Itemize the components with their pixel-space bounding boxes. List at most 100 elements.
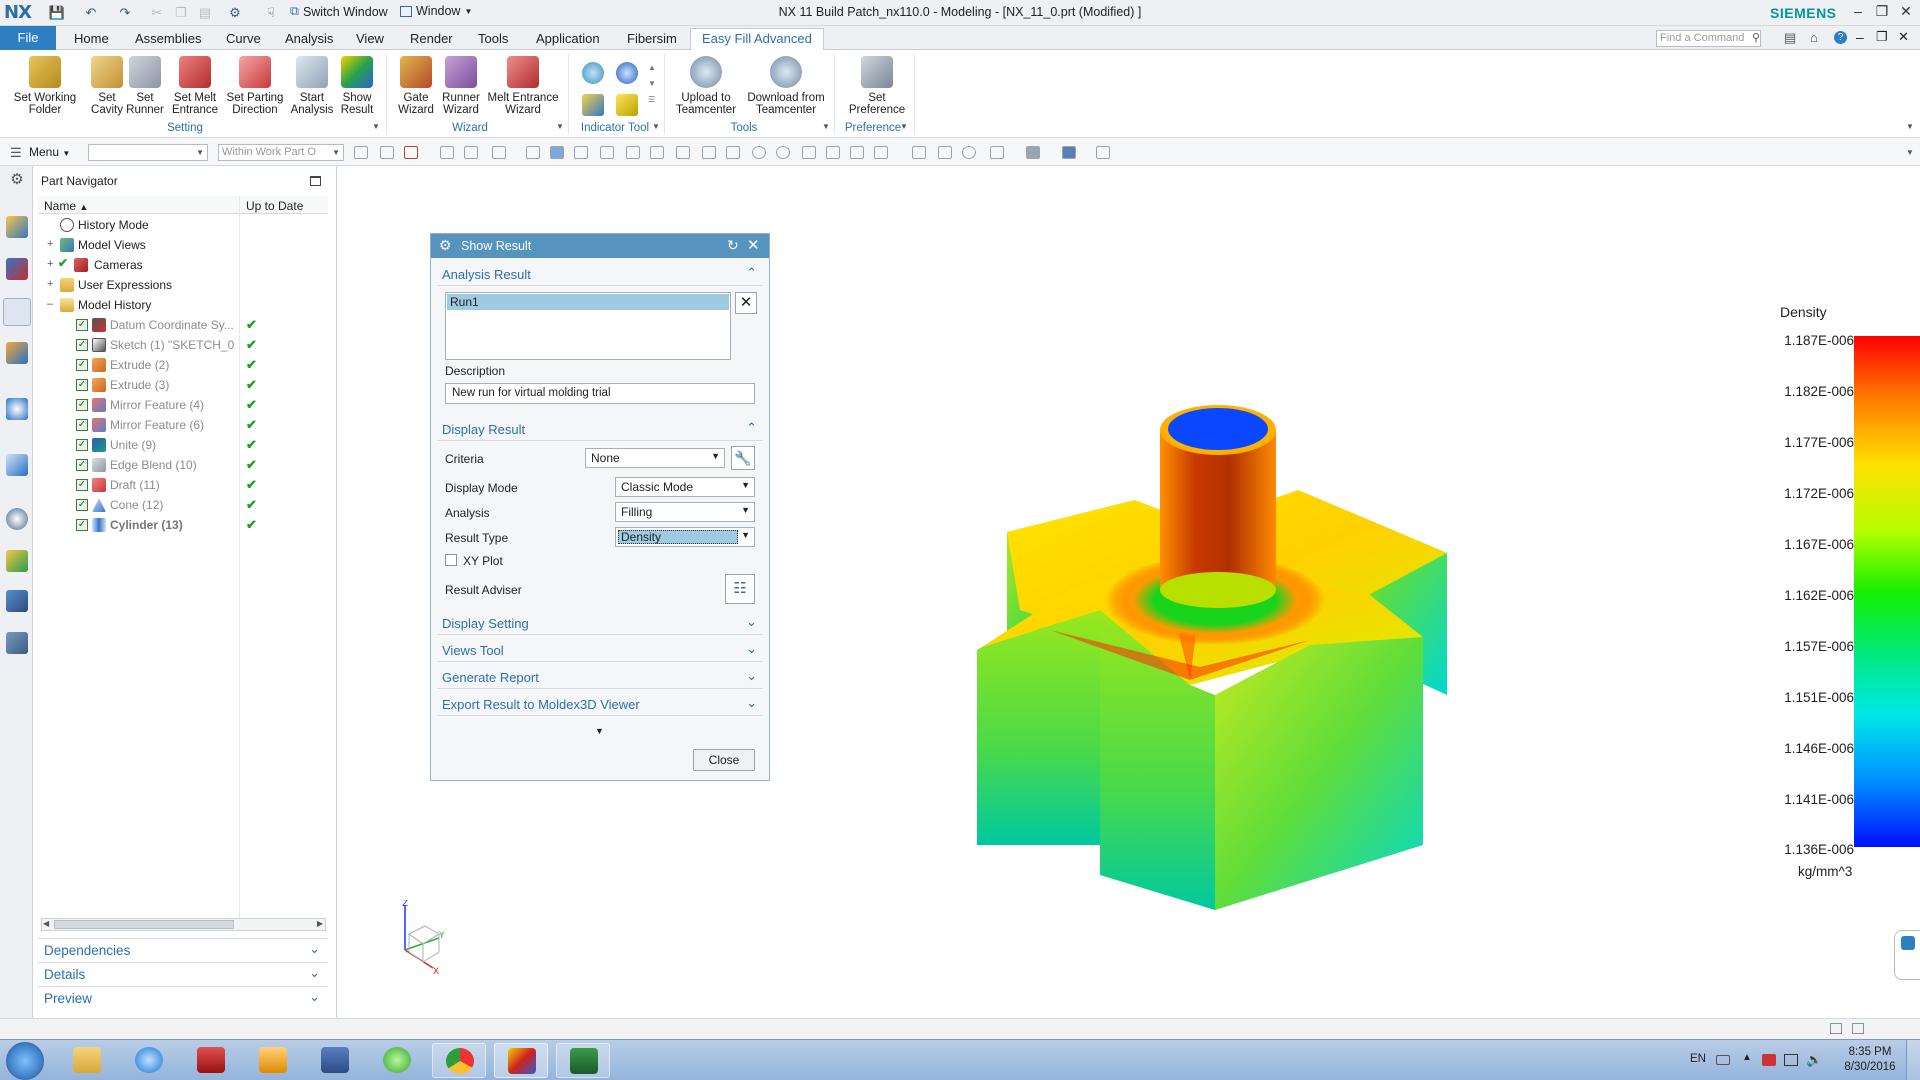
dialog-title-bar[interactable]: ⚙ Show Result ↻ ✕ xyxy=(431,234,769,258)
side-tab-widget[interactable] xyxy=(1894,930,1920,980)
set-working-folder-button[interactable]: Set Working Folder xyxy=(8,56,82,116)
restore-doc-button[interactable]: ❐ xyxy=(1876,29,1888,45)
rectangle-select-icon[interactable] xyxy=(492,146,506,159)
tab-easy-fill-advanced[interactable]: Easy Fill Advanced xyxy=(690,28,824,50)
feature-checkbox[interactable]: ✓ xyxy=(76,379,88,391)
tree-row-user-expressions[interactable]: + User Expressions xyxy=(38,275,328,295)
chevron-down-icon[interactable]: ▼ xyxy=(1906,148,1914,157)
render-style-icon[interactable] xyxy=(1026,146,1040,159)
criteria-settings-button[interactable]: 🔧 xyxy=(731,446,755,470)
tree-row-feature[interactable]: ✓ Extrude (2) ✔ xyxy=(38,355,328,375)
tab-tools[interactable]: Tools xyxy=(478,29,508,49)
gate-wizard-button[interactable]: Gate Wizard xyxy=(394,56,438,116)
volume-icon[interactable]: 🔊 xyxy=(1806,1052,1822,1068)
display-mode-select[interactable]: Classic Mode ▼ xyxy=(615,477,755,497)
snap-icon[interactable] xyxy=(354,146,368,159)
point-icon[interactable] xyxy=(440,146,454,159)
assembly-navigator-icon[interactable] xyxy=(6,216,28,238)
shaded-icon[interactable] xyxy=(1062,146,1076,159)
feature-checkbox[interactable]: ✓ xyxy=(76,419,88,431)
face-icon[interactable] xyxy=(526,146,540,159)
feature-checkbox[interactable]: ✓ xyxy=(76,499,88,511)
cross-icon[interactable] xyxy=(726,146,740,159)
upload-to-teamcenter-button[interactable]: Upload to Teamcenter xyxy=(674,56,738,116)
refresh-icon[interactable] xyxy=(962,146,976,159)
zoom-icon[interactable] xyxy=(938,146,952,159)
plus-icon[interactable] xyxy=(802,146,816,159)
spline-icon[interactable] xyxy=(650,146,664,159)
scroll-right-icon[interactable]: ▶ xyxy=(317,919,323,928)
feature-checkbox[interactable]: ✓ xyxy=(76,459,88,471)
tree-row-model-history[interactable]: – Model History xyxy=(38,295,328,315)
hd3d-tools-icon[interactable] xyxy=(6,398,28,420)
taskbar-chrome[interactable] xyxy=(432,1043,486,1078)
tab-file[interactable]: File xyxy=(0,26,56,50)
network-icon[interactable] xyxy=(1784,1054,1798,1066)
restore-button[interactable]: ❐ xyxy=(1872,3,1892,21)
chevron-down-icon[interactable]: ▼ xyxy=(822,122,830,131)
tree-row-feature[interactable]: ✓ Cone (12) ✔ xyxy=(38,495,328,515)
delete-run-button[interactable]: ✕ xyxy=(735,292,757,314)
taskbar-icq[interactable] xyxy=(370,1043,424,1078)
close-button[interactable]: Close xyxy=(693,749,755,771)
part-navigator-icon[interactable] xyxy=(3,298,31,326)
run-list[interactable]: Run1 xyxy=(445,292,731,360)
help-icon[interactable]: ? xyxy=(1834,31,1847,44)
set-melt-entrance-button[interactable]: Set Melt Entrance xyxy=(166,56,224,116)
scroll-left-icon[interactable]: ◀ xyxy=(43,919,49,928)
section-analysis-result[interactable]: Analysis Result ⌃ xyxy=(437,262,763,286)
result-adviser-button[interactable]: ☷ xyxy=(725,574,755,604)
melt-entrance-wizard-button[interactable]: Melt Entrance Wizard xyxy=(486,56,560,116)
feature-checkbox[interactable]: ✓ xyxy=(76,359,88,371)
gallery-scroll-icon[interactable]: ▲ ▼ ☰ xyxy=(648,60,656,108)
tab-analysis[interactable]: Analysis xyxy=(285,29,333,49)
feature-checkbox[interactable]: ✓ xyxy=(76,399,88,411)
column-header-name[interactable]: Name ▲ xyxy=(44,199,88,213)
reset-icon[interactable]: ↻ xyxy=(727,237,739,254)
filter-icon[interactable] xyxy=(380,146,394,159)
column-header-up-to-date[interactable]: Up to Date xyxy=(246,199,303,213)
tree-row-feature[interactable]: ✓ Datum Coordinate Sy... ✔ xyxy=(38,315,328,335)
set-preference-button[interactable]: Set Preference xyxy=(844,56,910,116)
find-command-input[interactable]: Find a Command xyxy=(1656,30,1761,47)
curve-icon[interactable] xyxy=(574,146,588,159)
expand-icon[interactable]: + xyxy=(47,278,53,290)
clock-icon[interactable] xyxy=(616,62,638,84)
language-indicator[interactable]: EN xyxy=(1690,1053,1706,1065)
feature-checkbox[interactable]: ✓ xyxy=(76,519,88,531)
view-orientation-icon[interactable] xyxy=(990,146,1004,159)
horizontal-scrollbar[interactable]: ◀ ▶ xyxy=(41,918,326,931)
intersect-icon[interactable] xyxy=(676,146,690,159)
indicator-probe-icon[interactable] xyxy=(616,94,638,116)
body-icon[interactable] xyxy=(550,146,564,159)
section-views-tool[interactable]: Views Tool ⌄ xyxy=(437,638,763,662)
tree-row-feature[interactable]: ✓ Sketch (1) "SKETCH_0... ✔ xyxy=(38,335,328,355)
panel-details[interactable]: Details ⌄ xyxy=(38,962,328,984)
web-browser-icon[interactable] xyxy=(6,454,28,476)
circle-icon[interactable] xyxy=(752,146,766,159)
tab-application[interactable]: Application xyxy=(536,29,600,49)
collapse-icon[interactable]: – xyxy=(47,298,53,310)
section-display-setting[interactable]: Display Setting ⌄ xyxy=(437,611,763,635)
maximize-panel-icon[interactable] xyxy=(310,176,321,186)
list-item[interactable]: Run1 xyxy=(447,294,729,310)
taskbar-save-app[interactable] xyxy=(308,1043,362,1078)
description-field[interactable]: New run for virtual molding trial xyxy=(445,383,755,404)
action-center-icon[interactable] xyxy=(1762,1054,1776,1066)
process-studio-icon[interactable] xyxy=(6,550,28,572)
tree-row-feature[interactable]: ✓ Draft (11) ✔ xyxy=(38,475,328,495)
tab-fibersim[interactable]: Fibersim xyxy=(627,29,677,49)
tree-row-model-views[interactable]: + Model Views xyxy=(38,235,328,255)
tree-row-feature[interactable]: ✓ Extrude (3) ✔ xyxy=(38,375,328,395)
tangent-icon[interactable] xyxy=(626,146,640,159)
more-options-chevron-icon[interactable]: ▼ xyxy=(595,726,604,736)
close-window-button[interactable]: ✕ xyxy=(1896,3,1916,21)
roles-icon[interactable] xyxy=(6,590,28,612)
show-desktop-button[interactable] xyxy=(1906,1040,1920,1080)
gear-icon[interactable]: ⚙ xyxy=(6,170,28,192)
chevron-down-icon[interactable]: ▼ xyxy=(652,122,660,131)
reuse-library-icon[interactable] xyxy=(6,342,28,364)
ribbon-options-icon[interactable]: ▤ xyxy=(1784,30,1796,46)
tree-row-feature[interactable]: ✓ Edge Blend (10) ✔ xyxy=(38,455,328,475)
constraint-navigator-icon[interactable] xyxy=(6,258,28,280)
